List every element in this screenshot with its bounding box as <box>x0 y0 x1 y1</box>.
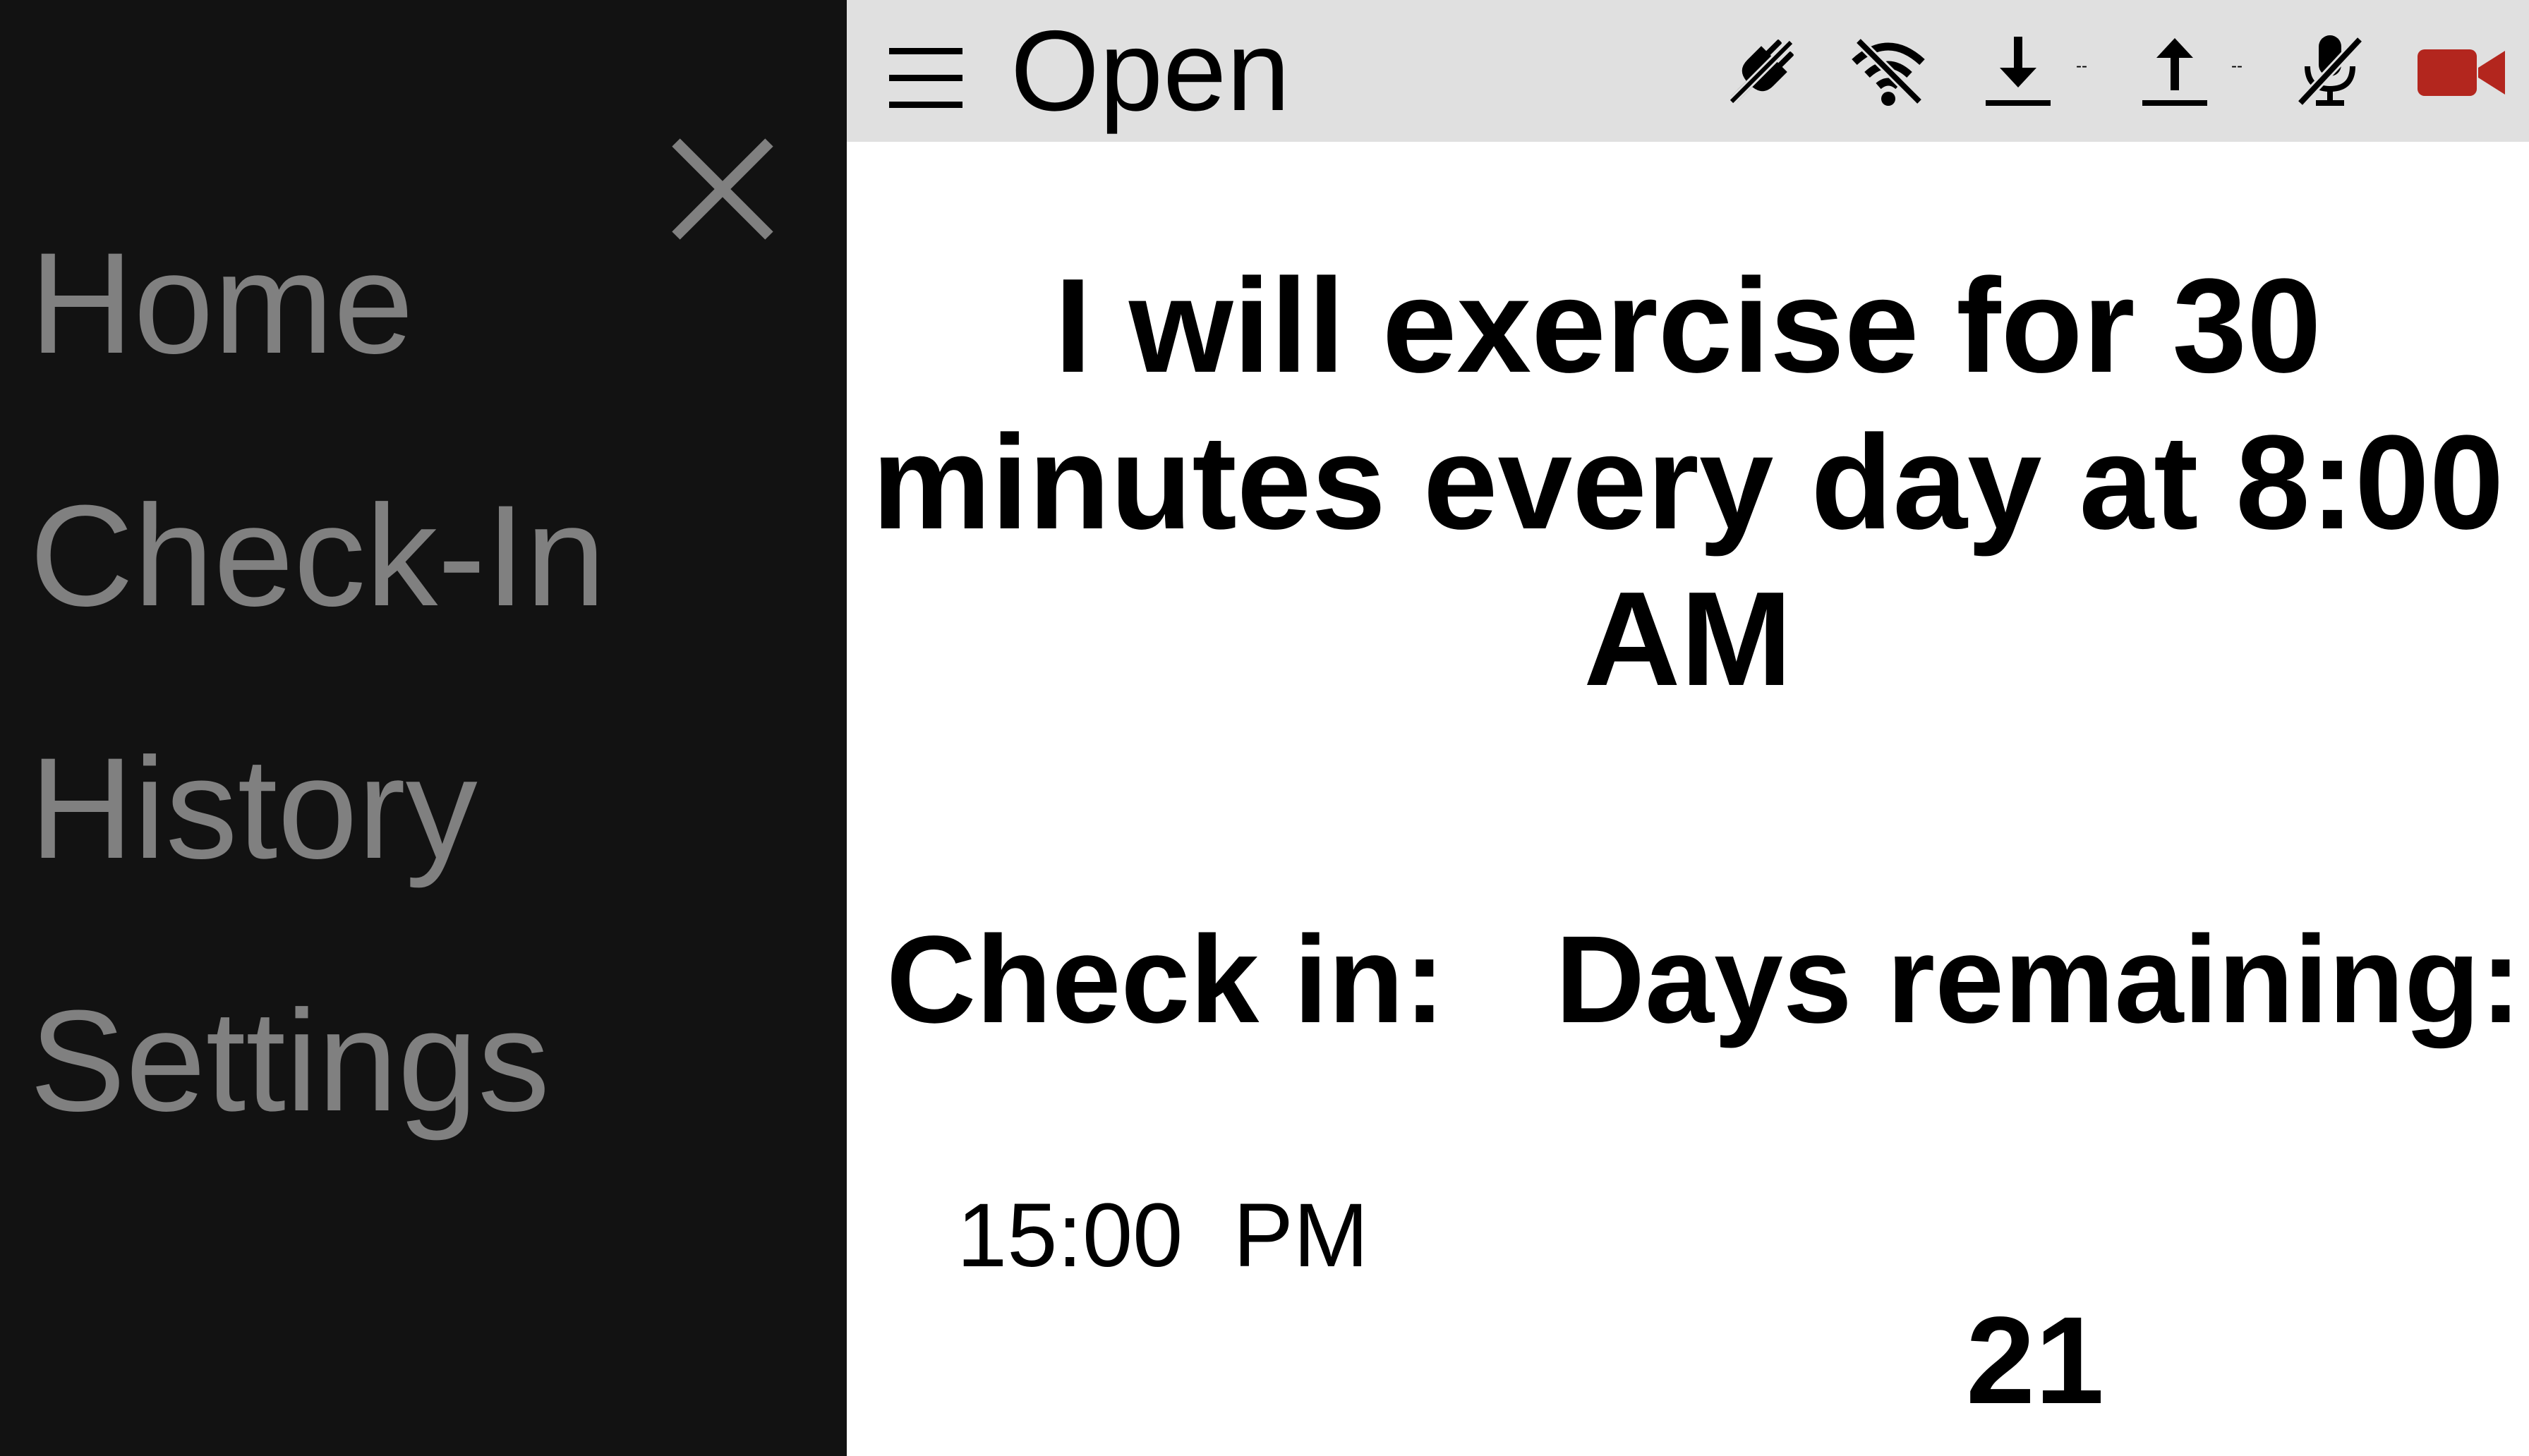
video-camera-icon <box>2418 49 2505 96</box>
connection-status-button[interactable] <box>1722 32 1801 111</box>
sidebar-item-settings[interactable]: Settings <box>30 989 550 1133</box>
mic-off-icon <box>2296 35 2364 107</box>
sidebar-item-home[interactable]: Home <box>30 231 414 375</box>
close-drawer-button[interactable] <box>668 134 778 244</box>
upload-icon <box>2142 38 2207 106</box>
hamburger-menu-icon <box>889 48 962 108</box>
main-content: I will exercise for 30 minutes every day… <box>847 142 2529 1456</box>
upload-indicator <box>2135 32 2214 111</box>
microphone-toggle[interactable] <box>2290 32 2370 111</box>
plug-disconnected-icon <box>1728 39 1794 105</box>
sidebar-item-check-in[interactable]: Check-In <box>30 484 605 628</box>
menu-button[interactable] <box>889 44 962 113</box>
close-icon <box>672 138 773 240</box>
wifi-status-button[interactable] <box>1849 32 1928 111</box>
wifi-off-icon <box>1852 37 1925 106</box>
camera-toggle[interactable] <box>2415 32 2509 111</box>
page-title: Open <box>1010 7 1291 135</box>
top-bar: Open -- -- <box>847 0 2529 142</box>
nav-drawer: Home Check-In History Settings <box>0 0 847 1456</box>
check-in-label: Check in: <box>886 911 1446 1049</box>
goal-statement: I will exercise for 30 minutes every day… <box>871 251 2504 714</box>
days-remaining-value: 21 <box>1966 1292 2104 1430</box>
sidebar-item-history[interactable]: History <box>30 736 478 880</box>
download-indicator <box>1979 32 2058 111</box>
check-in-time-input[interactable] <box>957 1186 1592 1285</box>
upload-rate: -- <box>2231 56 2243 75</box>
download-rate: -- <box>2076 56 2087 75</box>
days-remaining-label: Days remaining: <box>1555 911 2522 1049</box>
download-icon <box>1986 37 2051 106</box>
